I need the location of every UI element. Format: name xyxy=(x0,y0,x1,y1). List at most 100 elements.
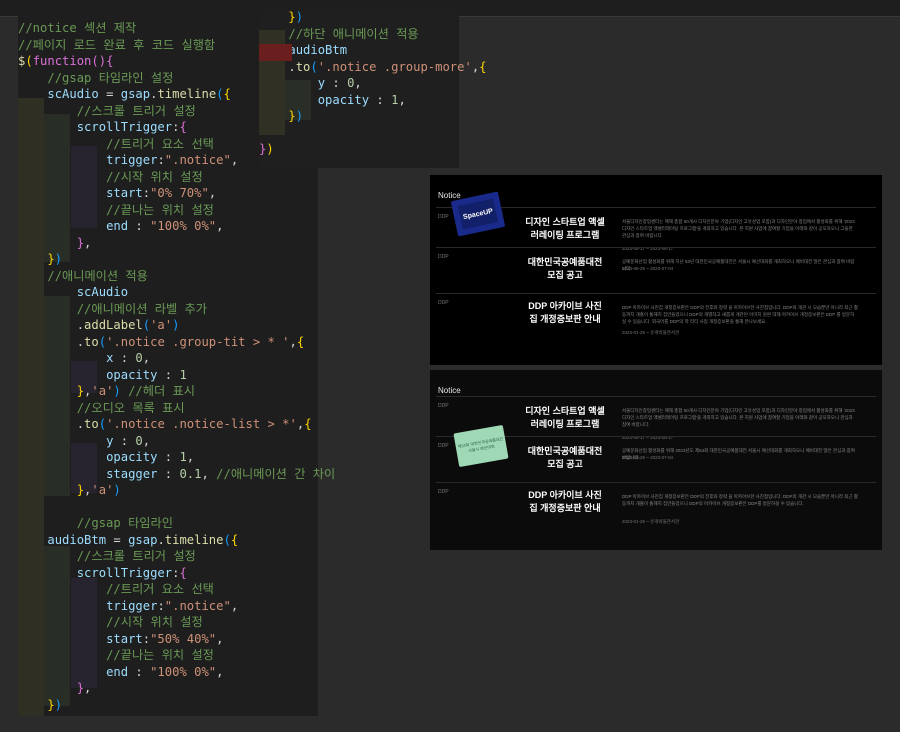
code-token: . xyxy=(76,334,85,349)
code-token: ( xyxy=(216,87,224,101)
code-editor-right[interactable]: }) //하단 애니메이션 적용 audioBtm .to('.notice .… xyxy=(259,10,487,168)
code-line: //애니메이션 적용 xyxy=(18,268,335,285)
code-token: } xyxy=(47,697,55,712)
code-token: : xyxy=(142,631,151,646)
code-token: //gsap 타임라인 설정 xyxy=(47,70,174,85)
code-token: trigger xyxy=(106,153,158,167)
code-line xyxy=(18,499,335,516)
code-line: trigger:".notice", xyxy=(18,598,335,615)
code-token: "100% 0%" xyxy=(150,664,217,679)
code-token: //끝나는 위치 설정 xyxy=(106,202,214,217)
notice-list-item[interactable]: DDP DDP 아카이브 사진 집 개정증보판 안내 DDP 아카이브 사진집 개정… xyxy=(436,482,876,538)
code-token: , xyxy=(230,598,239,613)
notice-tag: DDP xyxy=(438,300,449,306)
code-token: //끝나는 위치 설정 xyxy=(106,648,214,662)
notice-list-item[interactable]: DDP 대한민국공예품대전 모집 공고 공예문화산업 활성화를 위해 지난 53년 … xyxy=(436,247,876,294)
code-token: start xyxy=(106,631,143,646)
code-token: '.notice .group-tit > * ' xyxy=(106,334,290,349)
code-token: , xyxy=(208,186,217,200)
code-token: scAudio xyxy=(47,87,99,101)
code-line: start:"0% 70%", xyxy=(18,185,335,202)
code-token: { xyxy=(106,54,114,68)
code-line: }, xyxy=(18,235,335,252)
code-token: //gsap 타임라인 xyxy=(76,516,173,530)
code-line: stagger : 0.1, //애니메이션 간 차이 xyxy=(18,466,335,483)
code-line: scrollTrigger:{ xyxy=(18,565,335,582)
code-token: : xyxy=(157,466,180,481)
code-lines-right: }) //하단 애니메이션 적용 audioBtm .to('.notice .… xyxy=(259,9,487,158)
code-token: "0% 70%" xyxy=(150,186,209,200)
code-token: 'a' xyxy=(91,384,114,398)
code-token: ( xyxy=(142,318,151,332)
code-line: end : "100% 0%", xyxy=(18,218,335,235)
notice-item-title[interactable]: DDP 아카이브 사진 집 개정증보판 안내 xyxy=(522,300,608,326)
code-token: audioBtm xyxy=(47,532,107,547)
code-token: ".notice" xyxy=(164,153,231,167)
code-token: { xyxy=(304,417,312,431)
code-token: , xyxy=(398,92,406,107)
code-token: "50% 40%" xyxy=(150,631,217,646)
code-line: //끝나는 위치 설정 xyxy=(18,202,335,219)
code-line: y : 0, xyxy=(259,75,487,92)
code-line: //gsap 타임라인 xyxy=(18,515,335,532)
notice-preview-1: Notice DDP 디자인 스타트업 액셀 러레이팅 프로그램 서울디자인창업센터… xyxy=(430,175,882,365)
code-token: 0.1 xyxy=(179,466,202,481)
code-token: ( xyxy=(25,54,33,68)
notice-list-item[interactable]: DDP 디자인 스타트업 액셀 러레이팅 프로그램 서울디자인창업센터는 매해 총합… xyxy=(436,191,876,251)
code-token: } xyxy=(288,10,296,24)
code-token: audioBtm xyxy=(288,43,348,57)
code-token: opacity xyxy=(106,450,158,464)
notice-item-title[interactable]: 대한민국공예품대전 모집 공고 xyxy=(522,256,608,282)
code-token: //트리거 요소 선택 xyxy=(106,136,214,151)
code-token: to xyxy=(295,59,311,74)
code-token: gsap xyxy=(128,532,158,547)
code-token: 1 xyxy=(179,367,187,382)
code-token: //애니메이션 적용 xyxy=(47,268,148,283)
code-line: }) xyxy=(259,108,487,125)
thumbnail-text: SpaceUP xyxy=(462,207,494,221)
code-token: //notice 섹션 제작 xyxy=(18,21,137,35)
code-token: end xyxy=(106,219,129,233)
code-token: ) xyxy=(295,109,304,123)
code-token: //애니메이션 간 차이 xyxy=(216,466,336,481)
notice-list-item[interactable]: DDP 대한민국공예품대전 모집 공고 공예문화산업 활성화를 위해 2023년도 … xyxy=(436,424,876,483)
code-token: scAudio xyxy=(76,285,129,299)
notice-item-desc: 서울디자인창업센터는 매해 총합 50개사 디자인분야 기업(디자인 고유성업 … xyxy=(622,219,855,238)
notice-item-title[interactable]: 디자인 스타트업 액셀 러레이팅 프로그램 xyxy=(522,405,608,431)
code-token: end xyxy=(106,664,129,679)
code-token: , xyxy=(216,631,224,646)
notice-list-item[interactable]: DDP DDP 아카이브 사진 집 개정증보판 안내 DDP 아카이브 사진집 개정… xyxy=(436,293,876,349)
notice-item-title[interactable]: 대한민국공예품대전 모집 공고 xyxy=(522,445,608,471)
code-token: , xyxy=(142,351,151,365)
code-token: function xyxy=(32,54,92,68)
notice-item-title[interactable]: DDP 아카이브 사진 집 개정증보판 안내 xyxy=(522,489,608,515)
code-token: //시작 위치 설정 xyxy=(106,615,203,629)
code-token: opacity xyxy=(106,367,158,382)
notice-thumbnail: 제54회 대한민국공예품대전 서울시 예선대회 xyxy=(453,424,509,468)
code-token: , xyxy=(142,433,151,448)
code-token: '.notice .group-more' xyxy=(317,59,472,74)
code-token: //스크롤 트리거 설정 xyxy=(76,549,196,563)
notice-item-title[interactable]: 디자인 스타트업 액셀 러레이팅 프로그램 xyxy=(522,216,608,242)
code-token: ) xyxy=(54,697,63,712)
code-token: . xyxy=(288,59,296,74)
notice-item-desc: DDP 아카이브 사진집 개정증보판은 DDP의 전후와 정략 을 아카이브한 … xyxy=(622,305,858,324)
